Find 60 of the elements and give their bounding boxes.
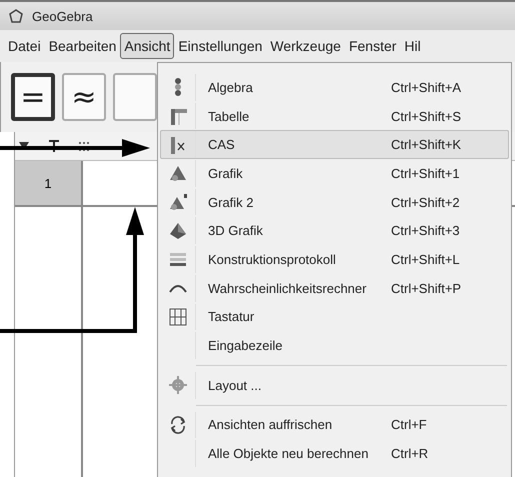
refresh-icon xyxy=(169,416,187,434)
tool-button[interactable]: ≈ xyxy=(62,73,106,121)
menu-label: Konstruktionsprotokoll xyxy=(208,252,337,267)
menu-item[interactable]: CAS Ctrl+Shift+K xyxy=(160,130,509,160)
polygon-icon xyxy=(8,8,24,24)
menu-item[interactable]: Grafik 2 Ctrl+Shift+2 xyxy=(160,188,509,216)
shortcut-text: Ctrl+Shift+P xyxy=(391,280,462,296)
menu-label: Tastatur xyxy=(208,309,256,324)
menu-item[interactable]: Tastatur xyxy=(160,302,509,332)
menu-item[interactable]: Tabelle Ctrl+Shift+S xyxy=(160,102,509,130)
shortcut-text: Ctrl+Shift+S xyxy=(391,108,462,124)
menu-item[interactable]: Eingabezeile xyxy=(160,331,509,360)
menu-item[interactable]: Ansicht xyxy=(120,33,174,59)
menu-item[interactable]: Wahrscheinlichkeitsrechner Ctrl+Shift+P xyxy=(160,274,509,302)
menu-item[interactable]: Algebra Ctrl+Shift+A xyxy=(160,73,509,102)
tool-button[interactable]: = xyxy=(11,73,55,121)
menu-item[interactable]: Ansichten auffrischen Ctrl+F xyxy=(160,410,509,440)
shortcut-text: Ctrl+Shift+K xyxy=(391,137,462,152)
menu-label: CAS xyxy=(208,137,236,152)
gear-icon xyxy=(169,376,187,394)
menu-label: Eingabezeile xyxy=(208,338,284,354)
curve-icon xyxy=(169,284,187,293)
menu-label: Algebra xyxy=(208,80,254,95)
shortcut-text: Ctrl+F xyxy=(391,417,427,432)
dots-icon xyxy=(175,78,181,96)
menu-label: Tabelle xyxy=(208,108,250,124)
shortcut-text: Ctrl+Shift+3 xyxy=(391,223,460,238)
menu-label: Grafik xyxy=(208,166,244,181)
triangle-icon xyxy=(169,164,187,182)
menu-item[interactable]: Fenster xyxy=(344,33,400,59)
pyramid-icon xyxy=(169,222,187,240)
menu-label: Alle Objekte neu berechnen xyxy=(208,446,370,462)
menu-item[interactable]: Grafik Ctrl+Shift+1 xyxy=(160,159,509,188)
list-icon xyxy=(169,250,187,268)
menu-item[interactable]: Alle Objekte neu berechnen Ctrl+R xyxy=(160,439,509,468)
row-number: 1 xyxy=(15,161,83,205)
menu-item[interactable]: Werkzeuge xyxy=(266,33,345,59)
cas-icon xyxy=(169,136,187,154)
shortcut-text: Ctrl+Shift+2 xyxy=(391,194,460,210)
menu-item[interactable]: Konstruktionsprotokoll Ctrl+Shift+L xyxy=(160,245,509,274)
shortcut-text: Ctrl+R xyxy=(391,446,428,462)
menu-label: 3D Grafik xyxy=(208,223,264,238)
menu-label: Layout ... xyxy=(208,378,262,393)
menu-item[interactable]: Einstellungen xyxy=(174,33,266,59)
shortcut-text: Ctrl+Shift+L xyxy=(391,252,460,267)
menu-label: Grafik 2 xyxy=(208,194,255,210)
menu-label: Ansichten auffrischen xyxy=(208,417,334,432)
tool-button[interactable] xyxy=(113,73,157,121)
triangle-icon xyxy=(169,193,187,212)
table-icon xyxy=(169,107,187,126)
shortcut-text: Ctrl+Shift+1 xyxy=(391,166,460,181)
menu-label: Wahrscheinlichkeitsrechner xyxy=(208,280,368,296)
keypad-icon xyxy=(169,308,187,326)
menu-item[interactable]: Hil xyxy=(400,33,425,59)
menu-item[interactable]: Bearbeiten xyxy=(44,33,120,59)
menu-item[interactable]: Datei xyxy=(4,33,45,59)
shortcut-text: Ctrl+Shift+A xyxy=(391,80,462,95)
window-title: GeoGebra xyxy=(32,8,93,24)
menu-item[interactable]: Layout ... xyxy=(160,370,509,400)
menu-item[interactable]: 3D Grafik Ctrl+Shift+3 xyxy=(160,216,509,246)
